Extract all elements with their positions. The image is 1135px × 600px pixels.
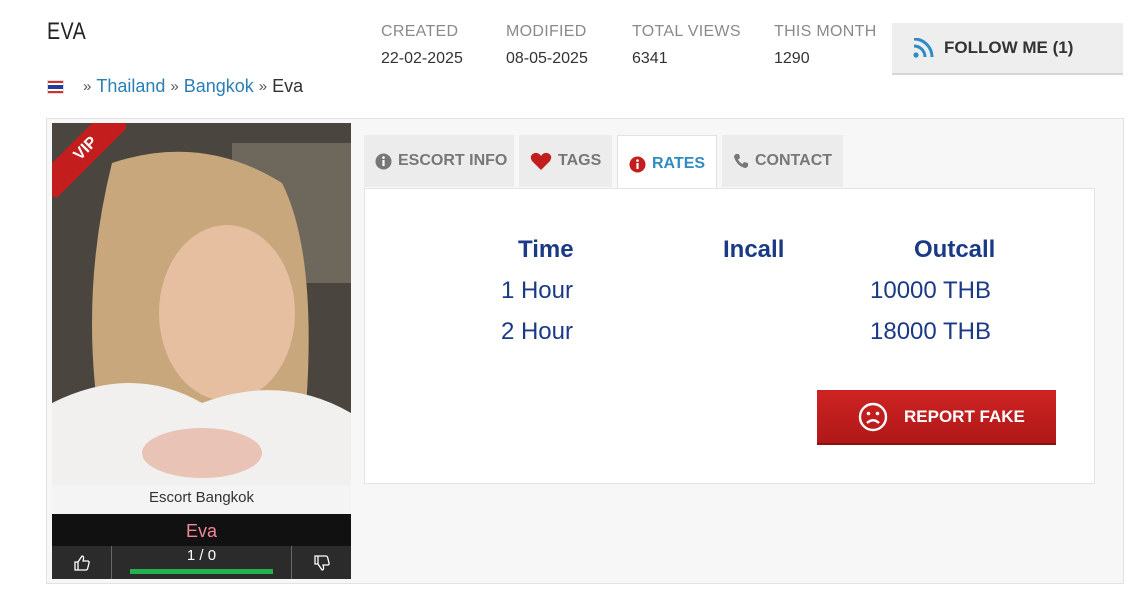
breadcrumb-separator: » [83,78,92,95]
stat-value: 1290 [774,50,810,67]
breadcrumb-separator: » [170,78,179,95]
stat-label: MODIFIED [506,23,587,40]
thumbs-down-button[interactable] [291,546,351,579]
rates-header-incall: Incall [723,236,785,263]
stat-value: 6341 [632,50,668,67]
profile-name-link[interactable]: Eva [52,514,351,546]
stat-total-views: TOTAL VIEWS 6341 [632,23,741,68]
breadcrumb-separator: » [258,78,268,95]
thailand-flag-icon [47,79,64,94]
stat-created: CREATED 22-02-2025 [381,23,463,68]
rates-header-time: Time [518,236,574,263]
stat-label: CREATED [381,23,459,40]
breadcrumb: » Thailand » Bangkok » Eva [47,76,303,97]
tab-label: CONTACT [755,152,833,169]
photo-caption: Escort Bangkok [52,485,351,514]
breadcrumb-city-link[interactable]: Bangkok [184,76,254,97]
stat-label: THIS MONTH [774,23,877,40]
tab-rates[interactable]: RATES [617,135,717,190]
stat-value: 08-05-2025 [506,50,588,67]
vip-badge: VIP [52,123,126,197]
tab-label: RATES [652,155,706,172]
follow-button[interactable]: FOLLOW ME (1) [892,23,1123,75]
follow-label: FOLLOW ME (1) [944,38,1074,57]
thumbs-up-icon [73,554,90,571]
info-icon [375,153,392,169]
tab-label: ESCORT INFO [398,152,508,169]
vote-ratio-bar [130,569,273,574]
rates-header-outcall: Outcall [914,236,996,263]
rate-row-outcall: 10000 THB [870,277,991,304]
stat-label: TOTAL VIEWS [632,23,741,40]
vote-score: 1 / 0 [112,546,291,579]
report-fake-label: REPORT FAKE [904,406,1025,426]
heart-icon [530,152,552,170]
sad-face-icon [858,402,888,431]
tab-label: TAGS [558,152,602,169]
thumbs-down-icon [313,554,330,571]
thumbs-up-button[interactable] [52,546,112,579]
tab-escort-info[interactable]: ESCORT INFO [364,135,514,187]
info-icon [629,156,646,172]
breadcrumb-country-link[interactable]: Thailand [96,76,165,97]
rate-row-time: 1 Hour [500,277,573,304]
vip-label: VIP [52,123,126,197]
vote-score-text: 1 / 0 [186,547,217,564]
tab-contact[interactable]: CONTACT [722,135,843,187]
rate-row-time: 2 Hour [500,318,573,345]
report-fake-button[interactable]: REPORT FAKE [817,390,1056,445]
vote-bar: 1 / 0 [52,546,351,579]
tab-tags[interactable]: TAGS [519,135,612,187]
stat-modified: MODIFIED 08-05-2025 [506,23,588,68]
page-title: EVA [47,18,87,45]
stat-this-month: THIS MONTH 1290 [774,23,877,68]
stat-value: 22-02-2025 [381,50,463,67]
phone-icon [734,154,748,168]
rate-row-outcall: 18000 THB [870,318,991,345]
rss-icon [913,38,934,58]
breadcrumb-current: Eva [272,76,304,96]
